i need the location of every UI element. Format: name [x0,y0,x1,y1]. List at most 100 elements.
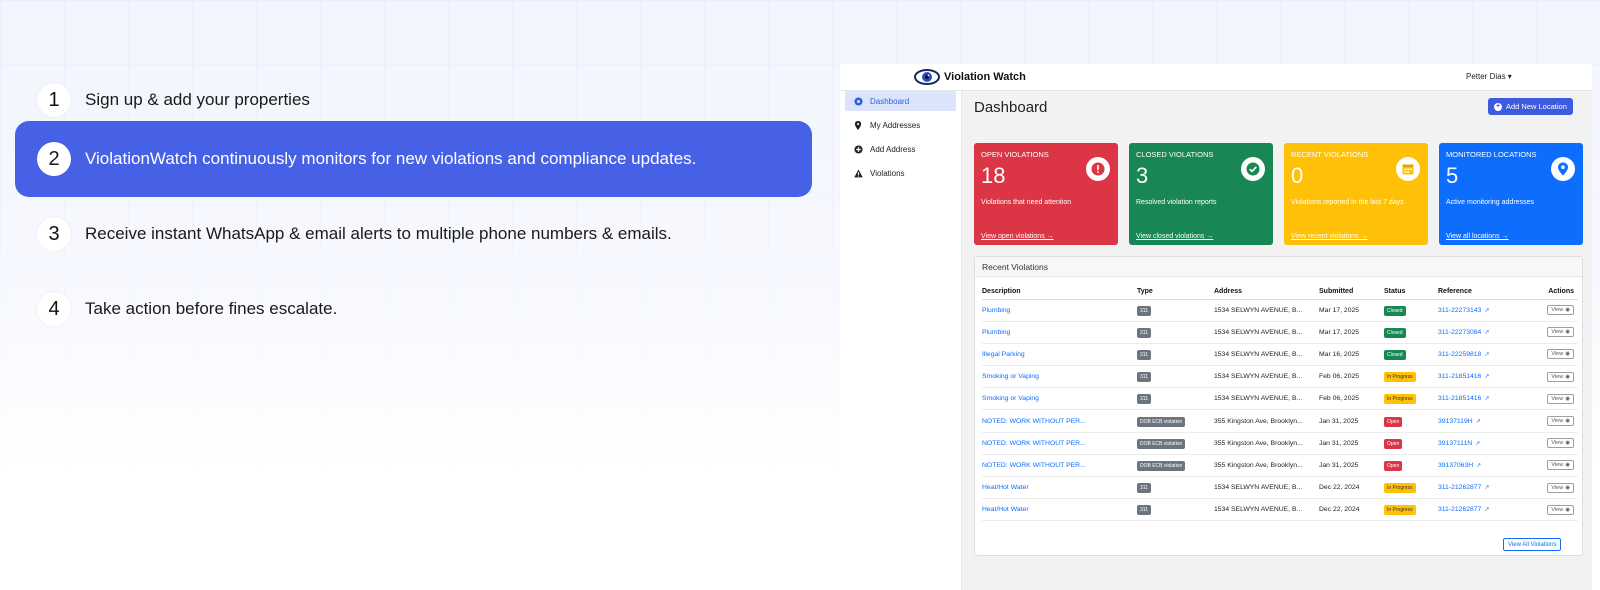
reference-cell[interactable]: 311-21262877 ↗ [1438,498,1533,522]
reference-link[interactable]: 311-22273084 [1438,329,1481,336]
violation-description-link[interactable]: Smoking or Vaping [982,365,1137,389]
violation-description-link[interactable]: Smoking or Vaping [982,387,1137,411]
brand[interactable]: Violation Watch [914,68,1026,86]
check-icon [1241,157,1265,181]
reference-link[interactable]: 311-21851416 [1438,373,1481,380]
status-badge: In Progress [1384,483,1416,494]
submitted-cell: Dec 22, 2024 [1319,476,1384,500]
type-badge: DOB ECB violation [1137,416,1186,427]
table-row: NOTED: WORK WITHOUT PER... DOB ECB violat… [982,454,1578,478]
card-link[interactable]: View closed violations → [1136,233,1213,240]
reference-cell[interactable]: 39137111N ↗ [1438,432,1533,455]
status-badge: Closed [1384,305,1406,316]
view-button[interactable]: View ◉ [1547,393,1574,404]
alert-icon [1086,157,1110,181]
external-link-icon: ↗ [1484,396,1490,403]
violation-description-link[interactable]: NOTED: WORK WITHOUT PER... [982,409,1137,433]
reference-cell[interactable]: 311-22273143 ↗ [1438,299,1533,322]
step-3[interactable]: 3 Receive instant WhatsApp & email alert… [15,196,812,272]
external-link-icon: ↗ [1476,462,1482,469]
sidebar: Dashboard My Addresses Add Address Viola… [840,91,962,590]
status-cell: In Progress [1384,387,1438,411]
address-cell: 1534 SELWYN AVENUE, B... [1214,343,1319,367]
card-link[interactable]: View all locations → [1446,233,1509,240]
page-title: Dashboard [974,99,1048,116]
col-actions: Actions [1533,285,1578,300]
view-button[interactable]: View ◉ [1547,460,1574,471]
reference-link[interactable]: 311-21851416 [1438,395,1481,402]
address-cell: 1534 SELWYN AVENUE, B... [1214,299,1319,322]
user-menu[interactable]: Petter Dias ▾ [1466,72,1512,81]
violation-description-link[interactable]: Heat/Hot Water [982,498,1137,522]
violation-description-link[interactable]: Illegal Parking [982,343,1137,367]
reference-cell[interactable]: 311-22273084 ↗ [1438,321,1533,344]
step-number: 4 [37,292,71,326]
map-pin-icon [853,120,863,130]
type-cell: 311 [1137,365,1214,389]
col-status: Status [1384,285,1438,300]
sidebar-item-dashboard[interactable]: Dashboard [845,91,956,111]
violation-description-link[interactable]: Plumbing [982,321,1137,344]
eye-icon: ◉ [1565,462,1570,469]
type-badge: 311 [1137,372,1151,383]
reference-link[interactable]: 39137063H [1438,462,1473,469]
type-badge: DOB ECB violation [1137,438,1186,449]
calendar-icon [1396,157,1420,181]
card-link[interactable]: View recent violations → [1291,233,1368,240]
add-location-button[interactable]: + Add New Location [1488,98,1573,115]
view-button[interactable]: View ◉ [1547,438,1574,449]
reference-link[interactable]: 39137119H [1438,418,1473,425]
eye-icon: ◉ [1565,418,1570,425]
status-badge: Open [1384,416,1403,427]
view-button[interactable]: View ◉ [1547,371,1574,382]
card-link[interactable]: View open violations → [981,233,1054,240]
reference-link[interactable]: 39137111N [1438,440,1472,447]
actions-cell: View ◉ [1533,476,1578,500]
violation-description-link[interactable]: Heat/Hot Water [982,476,1137,500]
violation-description-link[interactable]: NOTED: WORK WITHOUT PER... [982,432,1137,455]
type-cell: DOB ECB violation [1137,432,1214,455]
view-all-violations-button[interactable]: View All Violations [1503,538,1562,551]
view-button[interactable]: View ◉ [1547,416,1574,427]
external-link-icon: ↗ [1484,307,1490,314]
sidebar-item-my-addresses[interactable]: My Addresses [845,115,956,135]
submitted-cell: Mar 16, 2025 [1319,343,1384,367]
card-open-violations: OPEN VIOLATIONS 18 Violations that need … [974,143,1118,245]
step-2[interactable]: 2 ViolationWatch continuously monitors f… [15,121,812,197]
reference-cell[interactable]: 39137119H ↗ [1438,409,1533,433]
col-type: Type [1137,285,1214,300]
view-button[interactable]: View ◉ [1547,482,1574,493]
step-number: 2 [37,142,71,176]
card-subtitle: Violations reported in the last 7 days [1291,199,1404,206]
eye-icon: ◉ [1565,329,1570,336]
col-description: Description [982,285,1137,300]
view-button[interactable]: View ◉ [1547,305,1574,316]
reference-link[interactable]: 311-22259818 [1438,351,1481,358]
sidebar-item-add-address[interactable]: Add Address [845,139,956,159]
reference-link[interactable]: 311-21262877 [1438,484,1481,491]
reference-cell[interactable]: 311-21851416 ↗ [1438,387,1533,411]
reference-cell[interactable]: 311-22259818 ↗ [1438,343,1533,367]
col-address: Address [1214,285,1319,300]
violation-description-link[interactable]: NOTED: WORK WITHOUT PER... [982,454,1137,478]
view-button[interactable]: View ◉ [1547,327,1574,338]
reference-cell[interactable]: 39137063H ↗ [1438,454,1533,478]
step-4[interactable]: 4 Take action before fines escalate. [15,271,812,347]
brand-name: Violation Watch [944,71,1026,83]
reference-cell[interactable]: 311-21262877 ↗ [1438,476,1533,500]
actions-cell: View ◉ [1533,387,1578,411]
type-cell: 311 [1137,387,1214,411]
view-button[interactable]: View ◉ [1547,504,1574,515]
top-navbar: Violation Watch Petter Dias ▾ [840,64,1592,91]
reference-link[interactable]: 311-21262877 [1438,506,1481,513]
eye-icon: ◉ [1565,395,1570,402]
status-cell: Open [1384,454,1438,478]
view-button[interactable]: View ◉ [1547,349,1574,360]
type-cell: 311 [1137,498,1214,522]
submitted-cell: Jan 31, 2025 [1319,454,1384,478]
reference-cell[interactable]: 311-21851416 ↗ [1438,365,1533,389]
sidebar-item-violations[interactable]: Violations [845,163,956,183]
reference-link[interactable]: 311-22273143 [1438,307,1481,314]
violation-description-link[interactable]: Plumbing [982,299,1137,322]
sidebar-item-label: My Addresses [870,120,921,130]
